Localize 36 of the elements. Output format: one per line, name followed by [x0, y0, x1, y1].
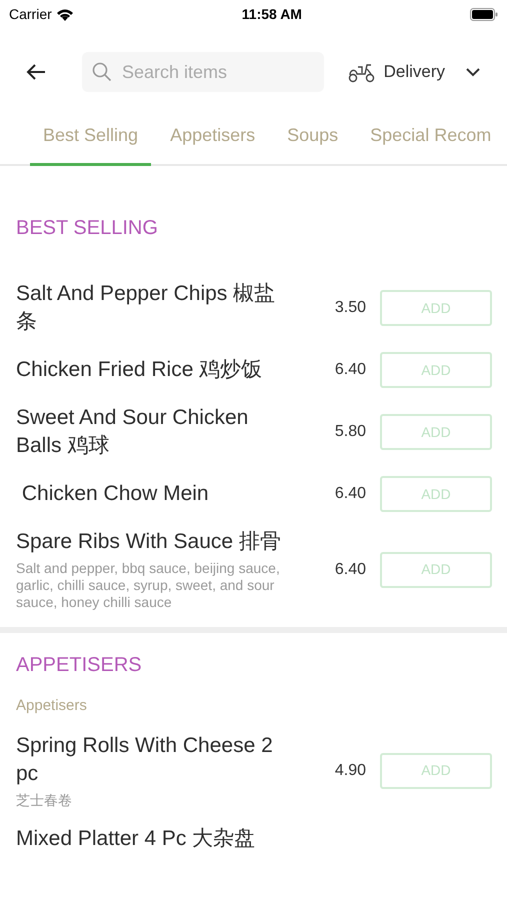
chevron-down-icon — [465, 67, 481, 77]
add-button[interactable]: ADD — [380, 414, 492, 450]
add-button[interactable]: ADD — [380, 290, 492, 326]
item-name: Spare Ribs With Sauce 排骨 — [16, 529, 282, 555]
add-button[interactable]: ADD — [380, 752, 492, 788]
clock-time: 11:58 AM — [242, 4, 302, 24]
add-button[interactable]: ADD — [380, 552, 492, 588]
wifi-icon — [56, 8, 74, 20]
category-tab[interactable]: Soups — [274, 122, 352, 166]
category-tab[interactable]: Best Selling — [30, 122, 152, 166]
item-name: Chicken Chow Mein — [20, 481, 210, 507]
item-description: 芝士春卷 — [16, 792, 73, 809]
item-name: Chicken Fried Rice 鸡炒饭 — [16, 357, 264, 383]
section-title: BEST SELLING — [16, 217, 158, 239]
category-tab[interactable]: Appetisers — [157, 122, 268, 166]
item-name: Salt And Pepper Chips 椒盐条 — [16, 281, 276, 335]
delivery-selector[interactable]: Delivery — [348, 59, 481, 85]
item-price: 6.40 — [334, 560, 366, 580]
add-button[interactable]: ADD — [380, 352, 492, 388]
search-field[interactable]: Search items — [82, 52, 324, 92]
item-description: Salt and pepper, bbq sauce, beijing sauce, garlic, chilli sauce, syrup, sweet, and sour sauce, honey chilli sauce — [16, 560, 281, 611]
item-price: 6.40 — [334, 360, 366, 380]
item-price: 3.50 — [334, 298, 366, 318]
search-icon — [92, 62, 112, 82]
add-button[interactable]: ADD — [380, 476, 492, 512]
item-price: 4.90 — [334, 760, 366, 780]
section-title: APPETISERS — [16, 654, 142, 676]
item-name: Sweet And Sour Chicken Balls 鸡球 — [16, 405, 250, 459]
item-price: 5.80 — [334, 422, 366, 442]
item-name: Spring Rolls With Cheese 2 pc — [16, 733, 274, 787]
battery-icon — [470, 8, 498, 20]
category-tab[interactable]: Special Recom — [357, 122, 504, 166]
section-subtitle: Appetisers — [16, 697, 87, 714]
carrier-label: Carrier — [9, 4, 52, 24]
item-price: 6.40 — [334, 484, 366, 504]
item-name: Mixed Platter 4 Pc 大杂盘 — [16, 826, 256, 852]
